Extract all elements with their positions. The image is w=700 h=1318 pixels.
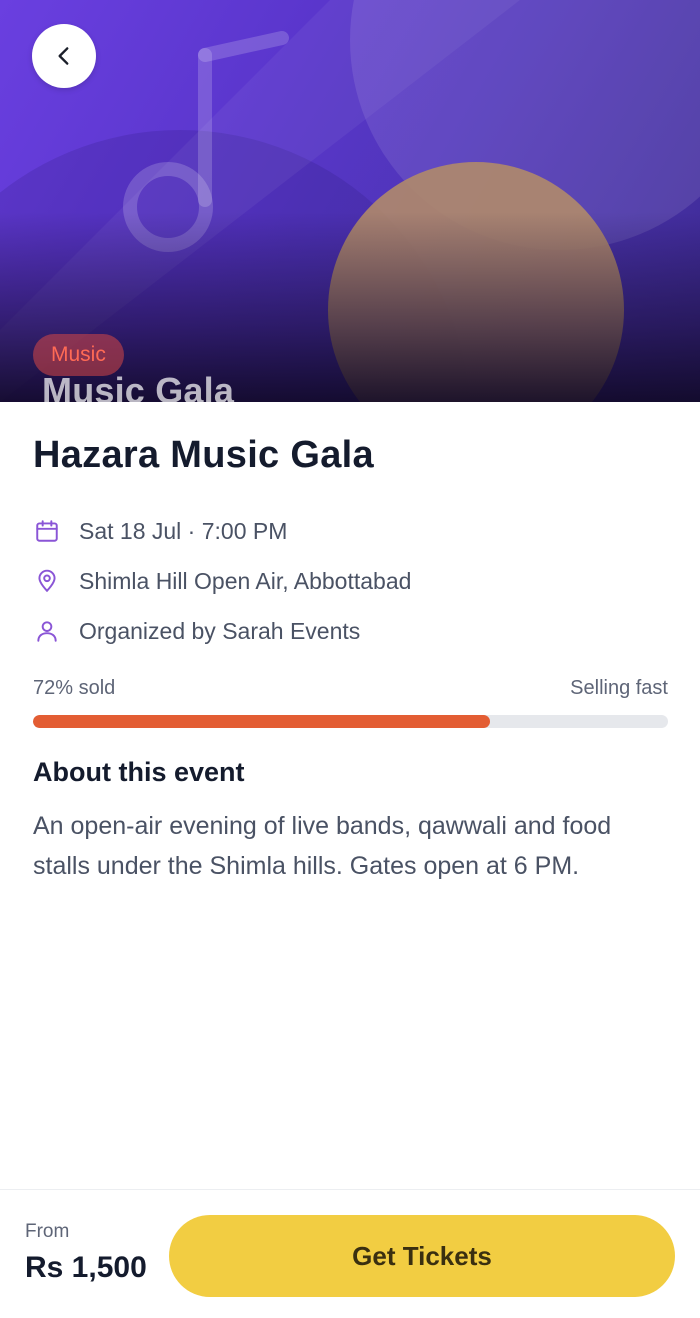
event-organizer-text: Organized by Sarah Events (79, 617, 361, 644)
hero-overlay-title: Music Gala (42, 370, 235, 402)
back-button[interactable] (32, 24, 96, 88)
about-description: An open-air evening of live bands, qawwa… (33, 812, 612, 880)
ticket-price: Rs 1,500 (25, 1251, 147, 1284)
price-from-label: From (25, 1221, 70, 1242)
event-organizer-row: Organized by Sarah Events (33, 614, 360, 648)
selling-status-label: Selling fast (570, 677, 668, 699)
chevron-left-icon (58, 47, 69, 65)
about-heading: About this event (33, 757, 245, 787)
ticket-sales-progress-bar (33, 715, 668, 728)
calendar-icon (33, 517, 61, 545)
sold-percentage-label: 72% sold (33, 677, 116, 699)
ticket-sales-progress-fill (33, 715, 491, 728)
ticket-sales-labels: 72% sold Selling fast (33, 677, 668, 700)
event-date-text: Sat 18 Jul · 7:00 PM (79, 517, 288, 544)
user-icon (33, 617, 61, 645)
event-date-row: Sat 18 Jul · 7:00 PM (33, 514, 287, 548)
event-venue-text: Shimla Hill Open Air, Abbottabad (79, 567, 412, 594)
get-tickets-button[interactable]: Get Tickets (169, 1215, 675, 1297)
event-title: Hazara Music Gala (33, 434, 374, 476)
event-venue-row: Shimla Hill Open Air, Abbottabad (33, 564, 411, 598)
event-hero-banner: Music Music Gala (0, 0, 700, 402)
location-pin-icon (33, 567, 61, 595)
